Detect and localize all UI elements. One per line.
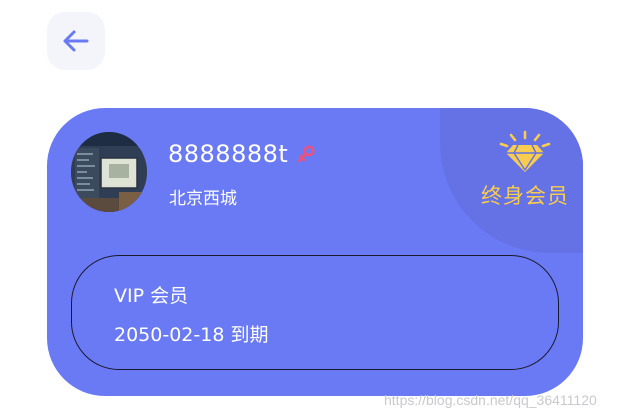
vip-title: VIP 会员 xyxy=(114,285,189,307)
member-card: 8888888t 北京西城 终身会员 VIP 会员 2050-02-18 到期 xyxy=(47,108,583,396)
avatar[interactable] xyxy=(71,132,147,212)
vip-expiry-date: 2050-02-18 到期 xyxy=(114,324,269,346)
arrow-left-icon xyxy=(60,25,92,57)
back-button[interactable] xyxy=(47,12,105,70)
username: 8888888t xyxy=(168,140,289,168)
vip-membership-panel[interactable]: VIP 会员 2050-02-18 到期 xyxy=(71,255,559,370)
diamond-icon xyxy=(497,130,553,174)
lifetime-member-badge: 终身会员 xyxy=(475,130,575,210)
location: 北京西城 xyxy=(169,189,237,209)
watermark-url: https://blog.csdn.net/qq_36411120 xyxy=(384,392,597,408)
badge-label: 终身会员 xyxy=(481,184,569,208)
gender-tag-icon xyxy=(296,144,316,164)
